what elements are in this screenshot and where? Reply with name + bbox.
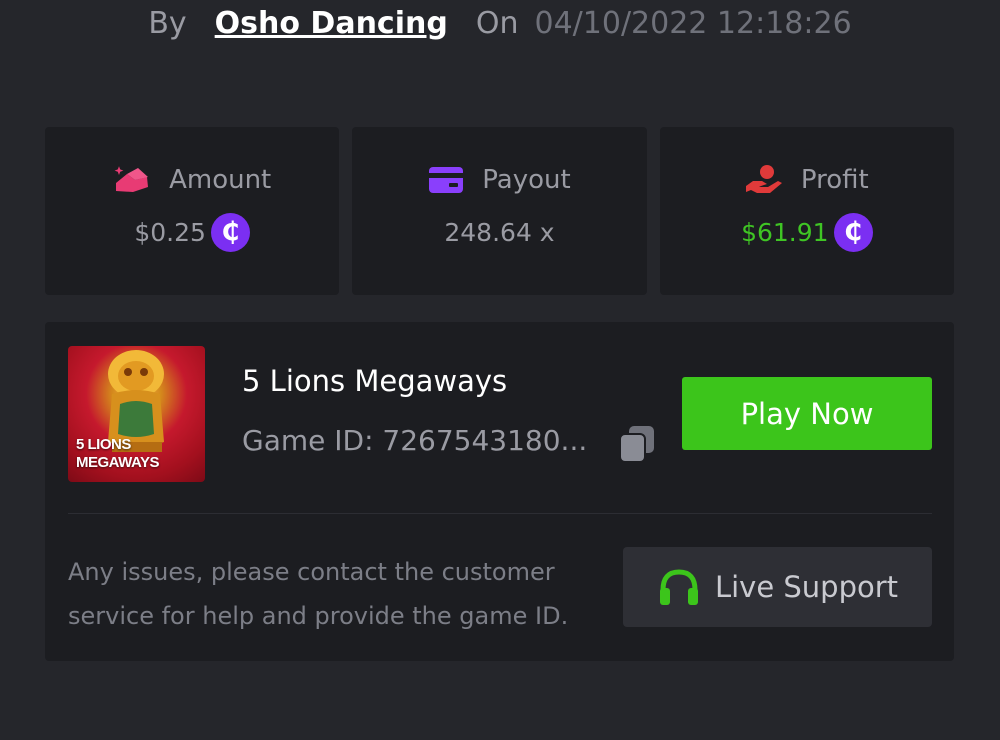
game-card: 5 LIONS MEGAWAYS 5 Lions Megaways Game I… [45,322,954,661]
username-link[interactable]: Osho Dancing [215,6,448,41]
game-thumbnail[interactable]: 5 LIONS MEGAWAYS [68,346,205,482]
game-id: Game ID: 7267543180... [242,424,588,457]
coin-icon: ₵ [210,212,250,252]
profit-card: Profit $61.91 ₵ [659,127,954,295]
amount-icon [114,166,149,192]
payout-card: Payout 248.64 x [352,127,647,295]
on-label: On [475,5,519,41]
profit-value: $61.91 [741,217,829,247]
bet-header: By Osho Dancing On 04/10/2022 12:18:26 [0,0,1000,46]
amount-value: $0.25 [134,217,206,247]
payout-label: Payout [482,165,571,195]
game-title: 5 Lions Megaways [242,364,508,398]
play-now-button[interactable]: Play Now [682,377,932,450]
help-text: Any issues, please contact the customer … [68,558,569,630]
hand-coin-icon [745,165,782,193]
profit-label: Profit [800,165,869,195]
bet-stats: Amount $0.25 ₵ Payout 248.64 x Profit $6… [45,127,954,295]
live-support-label: Live Support [714,570,899,604]
card-icon [429,167,464,193]
payout-value: 248.64 x [444,217,555,247]
amount-card: Amount $0.25 ₵ [45,127,340,295]
live-support-button[interactable]: Live Support [623,547,932,627]
copy-icon[interactable] [619,425,655,463]
bet-datetime: 04/10/2022 12:18:26 [534,5,852,41]
amount-label: Amount [169,165,272,195]
thumb-title-line1: 5 LIONS [76,436,131,453]
thumb-title-line2: MEGAWAYS [76,454,159,471]
divider [68,513,932,514]
headset-icon [659,569,698,605]
coin-icon: ₵ [833,212,873,252]
by-label: By [148,5,187,41]
